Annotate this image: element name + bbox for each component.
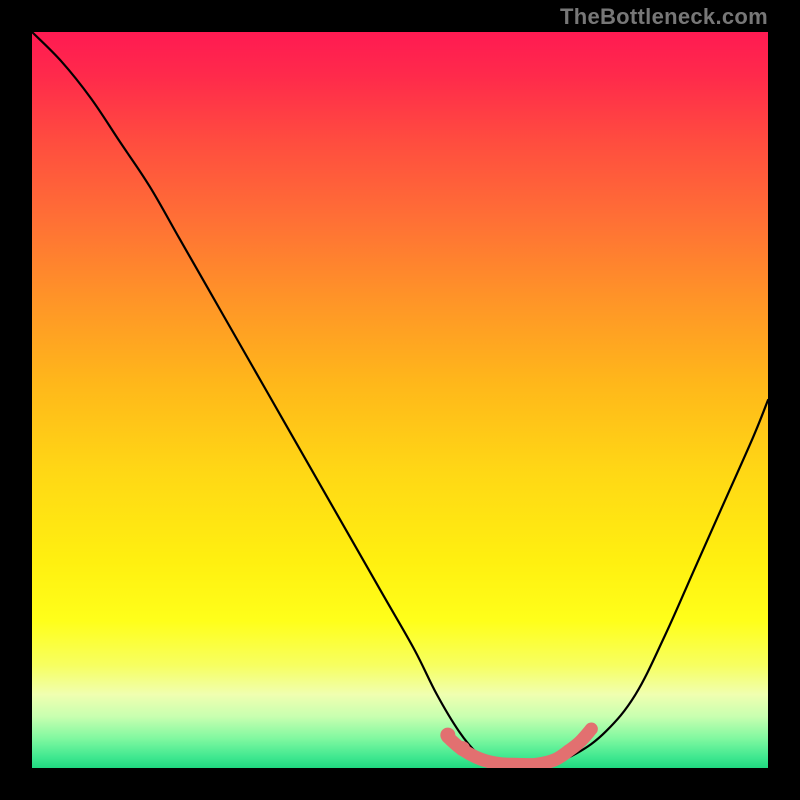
highlight-dot: [455, 741, 470, 756]
highlight-dot: [440, 728, 455, 743]
plot-area: [32, 32, 768, 768]
watermark-text: TheBottleneck.com: [560, 4, 768, 30]
chart-frame: TheBottleneck.com: [0, 0, 800, 800]
bottleneck-curve: [32, 32, 768, 768]
